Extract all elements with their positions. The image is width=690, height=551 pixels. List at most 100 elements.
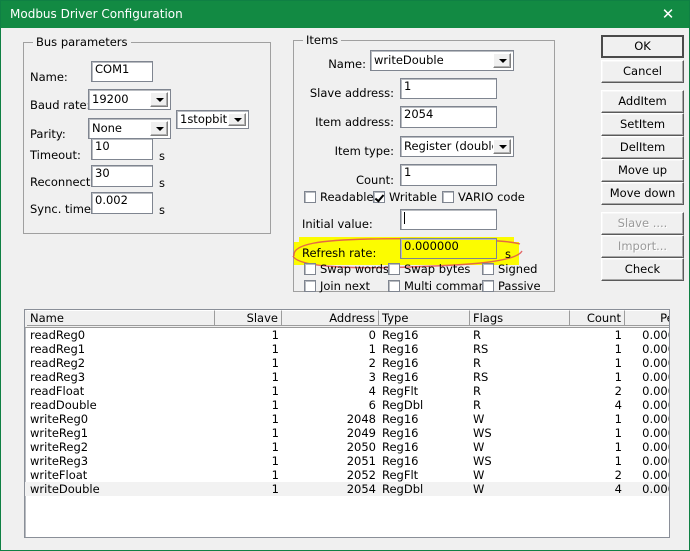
cancel-button[interactable]: Cancel — [601, 60, 684, 83]
table-cell-address: 0 — [368, 328, 376, 342]
count-label: Count: — [355, 173, 394, 187]
slave-address-input[interactable]: 1 — [400, 78, 497, 99]
modbus-driver-configuration-dialog: Modbus Driver Configuration ✕ Bus parame… — [0, 0, 690, 551]
table-row[interactable]: writeReg0 1 2048 Reg16 W 1 0.000000 — [25, 412, 669, 426]
count-input[interactable]: 1 — [400, 164, 497, 186]
table-cell-period: 0.000000 — [642, 342, 669, 356]
dialog-client-area: Bus parameters Name: COM1 Baud rate: 192… — [2, 28, 689, 550]
table-cell-type: RegFlt — [382, 468, 419, 482]
column-header-slave[interactable]: Slave — [215, 310, 282, 326]
checkbox-box[interactable] — [442, 191, 454, 203]
table-cell-slave: 1 — [271, 468, 279, 482]
table-row[interactable]: writeReg2 1 2050 Reg16 W 1 0.000000 — [25, 440, 669, 454]
add-item-button[interactable]: AddItem — [601, 90, 684, 113]
timeout-input[interactable]: 10 — [91, 138, 153, 160]
table-row[interactable]: readReg0 1 0 Reg16 R 1 0.000000 — [25, 328, 669, 342]
checkbox-box[interactable] — [373, 191, 385, 203]
swap-bytes-label: Swap bytes — [404, 262, 471, 276]
slave-button[interactable]: Slave .... — [601, 212, 684, 235]
import-button[interactable]: Import... — [601, 235, 684, 258]
checkbox-box[interactable] — [482, 280, 494, 292]
chevron-down-icon[interactable] — [150, 92, 168, 107]
table-row[interactable]: readReg3 1 3 Reg16 RS 1 0.000000 — [25, 370, 669, 384]
table-cell-period: 0.000000 — [642, 482, 669, 496]
item-address-input[interactable]: 2054 — [400, 106, 497, 128]
del-item-button[interactable]: DelItem — [601, 136, 684, 159]
items-table-header: NameSlaveAddressTypeFlagsCountPeriod — [25, 310, 669, 328]
item-name-label: Name: — [328, 57, 366, 71]
items-table[interactable]: NameSlaveAddressTypeFlagsCountPeriod rea… — [24, 309, 670, 538]
table-cell-type: Reg16 — [382, 370, 419, 384]
close-icon[interactable]: ✕ — [645, 1, 689, 28]
table-row[interactable]: writeReg1 1 2049 Reg16 WS 1 0.000000 — [25, 426, 669, 440]
column-header-flags[interactable]: Flags — [470, 310, 570, 326]
table-row[interactable]: writeDouble 1 2054 RegDbl W 4 0.000000 — [25, 482, 669, 496]
table-row[interactable]: readDouble 1 6 RegDbl R 4 0.000000 — [25, 398, 669, 412]
items-legend: Items — [303, 34, 342, 46]
checkbox-box[interactable] — [388, 263, 400, 275]
table-cell-type: Reg16 — [382, 440, 419, 454]
table-cell-name: writeReg2 — [30, 440, 89, 454]
table-cell-period: 0.000000 — [642, 440, 669, 454]
table-row[interactable]: readReg1 1 1 Reg16 RS 1 0.000000 — [25, 342, 669, 356]
table-cell-slave: 1 — [271, 328, 279, 342]
baud-rate-combo[interactable]: 19200 — [88, 89, 171, 110]
set-item-button-label: SetItem — [619, 117, 666, 131]
stopbits-combo[interactable]: 1stopbit — [176, 110, 249, 129]
check-button-label: Check — [624, 262, 661, 276]
column-header-type[interactable]: Type — [379, 310, 470, 326]
chevron-down-icon[interactable] — [493, 139, 511, 154]
table-cell-flags: R — [473, 398, 481, 412]
table-cell-flags: W — [473, 440, 485, 454]
table-cell-type: RegDbl — [382, 398, 424, 412]
table-cell-type: Reg16 — [382, 412, 419, 426]
table-row[interactable]: readReg2 1 2 Reg16 R 1 0.000000 — [25, 356, 669, 370]
check-button[interactable]: Check — [601, 258, 684, 281]
refresh-rate-unit: s — [505, 247, 511, 261]
table-cell-address: 3 — [368, 370, 376, 384]
table-cell-count: 1 — [614, 440, 622, 454]
move-up-button[interactable]: Move up — [601, 159, 684, 182]
checkbox-box[interactable] — [482, 263, 494, 275]
column-header-period[interactable]: Period — [625, 310, 669, 326]
chevron-down-icon[interactable] — [228, 113, 246, 126]
table-cell-address: 2 — [368, 356, 376, 370]
item-type-combo[interactable]: Register (double) — [400, 136, 514, 157]
table-cell-address: 2054 — [346, 482, 376, 496]
sync-time-input[interactable]: 0.002 — [91, 192, 153, 214]
table-cell-name: writeReg0 — [30, 412, 89, 426]
table-row[interactable]: writeFloat 1 2052 RegFlt W 2 0.000000 — [25, 468, 669, 482]
checkbox-box[interactable] — [304, 280, 316, 292]
set-item-button[interactable]: SetItem — [601, 113, 684, 136]
checkbox-box[interactable] — [304, 191, 316, 203]
move-down-button[interactable]: Move down — [601, 182, 684, 205]
table-cell-slave: 1 — [271, 398, 279, 412]
table-cell-name: readReg3 — [30, 370, 86, 384]
table-cell-count: 1 — [614, 328, 622, 342]
table-row[interactable]: readFloat 1 4 RegFlt R 2 0.000000 — [25, 384, 669, 398]
checkbox-box[interactable] — [304, 263, 316, 275]
checkbox-box[interactable] — [388, 280, 400, 292]
reconnect-input[interactable]: 30 — [91, 165, 153, 187]
table-cell-name: readReg0 — [30, 328, 86, 342]
table-cell-period: 0.000000 — [642, 468, 669, 482]
table-cell-name: readDouble — [30, 398, 97, 412]
item-type-value: Register (double) — [404, 139, 504, 153]
column-header-address[interactable]: Address — [282, 310, 379, 326]
item-name-combo[interactable]: writeDouble — [370, 50, 514, 71]
refresh-rate-input[interactable]: 0.000000 — [400, 238, 497, 259]
table-row[interactable]: writeReg3 1 2051 Reg16 WS 1 0.000000 — [25, 454, 669, 468]
bus-name-input[interactable]: COM1 — [91, 61, 153, 82]
table-cell-count: 1 — [614, 342, 622, 356]
ok-button[interactable]: OK — [601, 35, 684, 58]
column-header-name[interactable]: Name — [27, 310, 215, 326]
slave-button-label: Slave .... — [617, 216, 668, 230]
chevron-down-icon[interactable] — [150, 121, 168, 136]
add-item-button-label: AddItem — [618, 94, 667, 108]
column-header-count[interactable]: Count — [570, 310, 625, 326]
initial-value-input[interactable] — [400, 209, 497, 230]
vario-code-label: VARIO code — [458, 190, 525, 204]
chevron-down-icon[interactable] — [493, 53, 511, 68]
parity-combo[interactable]: None — [88, 118, 171, 139]
item-type-label: Item type: — [334, 144, 394, 158]
